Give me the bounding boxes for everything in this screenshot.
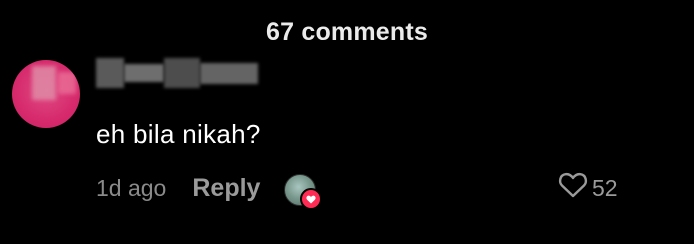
- comments-count-title: 67 comments: [266, 18, 428, 46]
- comment-timestamp: 1d ago: [96, 174, 167, 201]
- comment-text: eh bila nikah?: [96, 119, 261, 149]
- like-button[interactable]: 52: [558, 172, 618, 204]
- avatar-blur-shape: [32, 66, 56, 100]
- heart-outline-icon: [558, 172, 588, 204]
- avatar-blur-shape: [58, 72, 76, 94]
- comment-meta-row: 1d ago Reply: [96, 170, 323, 210]
- creator-liked-indicator: [284, 174, 323, 210]
- heart-icon: [300, 188, 323, 210]
- username-redacted[interactable]: [96, 58, 258, 88]
- like-count: 52: [592, 174, 618, 201]
- reply-button[interactable]: Reply: [192, 174, 260, 203]
- commenter-avatar[interactable]: [12, 60, 80, 128]
